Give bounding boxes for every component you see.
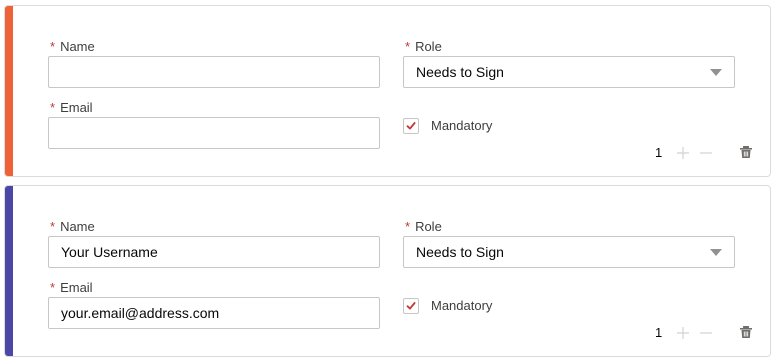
role-select[interactable]: Needs to Sign xyxy=(403,56,735,88)
name-label: * Name xyxy=(50,219,95,234)
email-label-text: Email xyxy=(60,280,93,295)
card-accent-bar xyxy=(5,186,13,356)
chevron-down-icon xyxy=(710,69,722,76)
name-label-text: Name xyxy=(60,219,95,234)
mandatory-checkbox[interactable] xyxy=(403,298,419,314)
checkmark-icon xyxy=(406,302,416,310)
required-mark: * xyxy=(50,39,56,54)
role-select[interactable]: Needs to Sign xyxy=(403,236,735,268)
role-label-text: Role xyxy=(415,39,442,54)
name-input[interactable] xyxy=(48,56,380,88)
required-mark: * xyxy=(50,100,56,115)
email-label: * Email xyxy=(50,100,93,115)
required-mark: * xyxy=(50,219,56,234)
email-input[interactable] xyxy=(48,117,380,149)
minus-icon[interactable] xyxy=(699,326,713,340)
chevron-down-icon xyxy=(710,249,722,256)
role-select-value: Needs to Sign xyxy=(416,64,504,80)
role-label-text: Role xyxy=(415,219,442,234)
role-label: * Role xyxy=(405,219,442,234)
minus-icon[interactable] xyxy=(699,146,713,160)
name-label: * Name xyxy=(50,39,95,54)
required-mark: * xyxy=(405,219,411,234)
name-input[interactable] xyxy=(48,236,380,268)
recipient-count: 1 xyxy=(655,325,663,340)
mandatory-label: Mandatory xyxy=(431,118,493,133)
mandatory-checkbox[interactable] xyxy=(403,118,419,134)
plus-icon[interactable] xyxy=(676,146,690,160)
name-label-text: Name xyxy=(60,39,95,54)
role-select-value: Needs to Sign xyxy=(416,244,504,260)
role-label: * Role xyxy=(405,39,442,54)
required-mark: * xyxy=(50,280,56,295)
checkmark-icon xyxy=(406,122,416,130)
required-mark: * xyxy=(405,39,411,54)
recipient-card-1: * Name * Role Needs to Sign * Email Mandato… xyxy=(4,5,771,177)
email-label: * Email xyxy=(50,280,93,295)
recipient-count: 1 xyxy=(655,145,663,160)
plus-icon[interactable] xyxy=(676,326,690,340)
email-label-text: Email xyxy=(60,100,93,115)
trash-icon[interactable] xyxy=(739,145,753,159)
mandatory-label: Mandatory xyxy=(431,298,493,313)
trash-icon[interactable] xyxy=(739,325,753,339)
email-input[interactable] xyxy=(48,297,380,329)
recipient-card-2: * Name * Role Needs to Sign * Email Mandato… xyxy=(4,185,771,357)
card-accent-bar xyxy=(5,6,13,176)
